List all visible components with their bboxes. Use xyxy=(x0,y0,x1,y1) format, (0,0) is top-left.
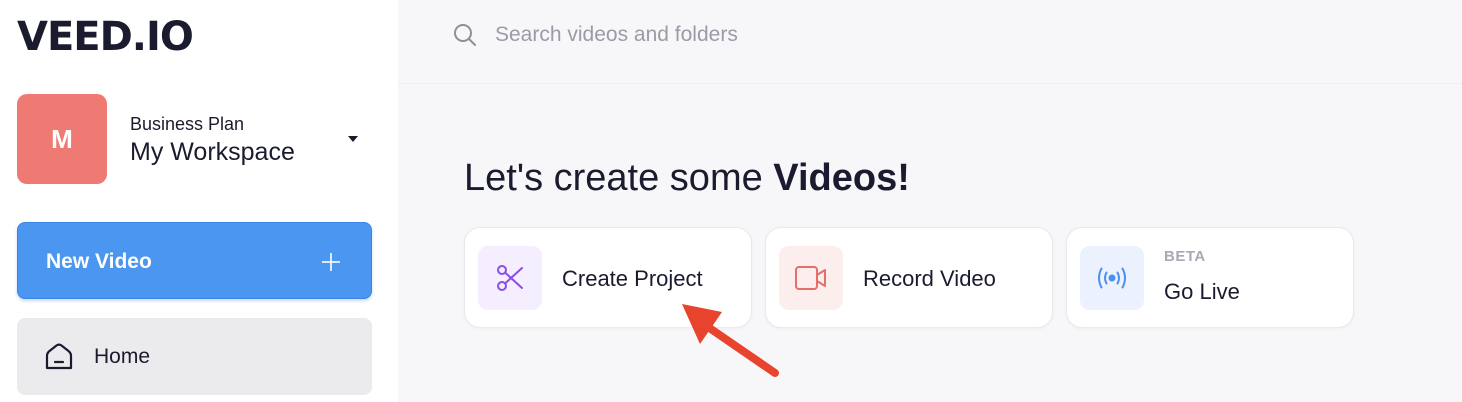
top-search-bar xyxy=(398,0,1462,84)
beta-badge: BETA xyxy=(1164,248,1206,265)
page-title: Let's create some Videos! xyxy=(464,157,910,199)
card-label: Create Project xyxy=(562,266,703,291)
sidebar-item-label: Home xyxy=(94,345,151,368)
workspace-plan: Business Plan xyxy=(130,114,245,134)
broadcast-icon xyxy=(1080,246,1144,310)
home-icon xyxy=(45,343,73,370)
sidebar-item-home[interactable]: Home xyxy=(17,318,372,395)
veed-logo[interactable]: VEED.IO xyxy=(17,14,194,60)
new-video-button[interactable]: New Video xyxy=(17,222,372,299)
sidebar: VEED.IO M Business Plan My Workspace New… xyxy=(0,0,398,402)
record-video-card[interactable]: Record Video xyxy=(765,227,1053,328)
card-label: Go Live xyxy=(1164,279,1240,304)
search-input[interactable] xyxy=(495,18,1095,52)
new-video-label: New Video xyxy=(46,250,152,273)
main-content: Let's create some Videos! Create Project… xyxy=(398,84,1462,402)
annotation-arrow-icon xyxy=(682,304,779,377)
workspace-switcher[interactable]: M Business Plan My Workspace xyxy=(17,94,372,184)
workspace-avatar: M xyxy=(17,94,107,184)
plus-icon xyxy=(322,253,340,271)
search-icon xyxy=(454,24,476,46)
video-camera-icon xyxy=(779,246,843,310)
card-label: Record Video xyxy=(863,266,996,291)
scissors-icon xyxy=(478,246,542,310)
chevron-down-icon[interactable] xyxy=(348,136,358,142)
workspace-name: My Workspace xyxy=(130,138,295,166)
go-live-card[interactable]: BETA Go Live xyxy=(1066,227,1354,328)
